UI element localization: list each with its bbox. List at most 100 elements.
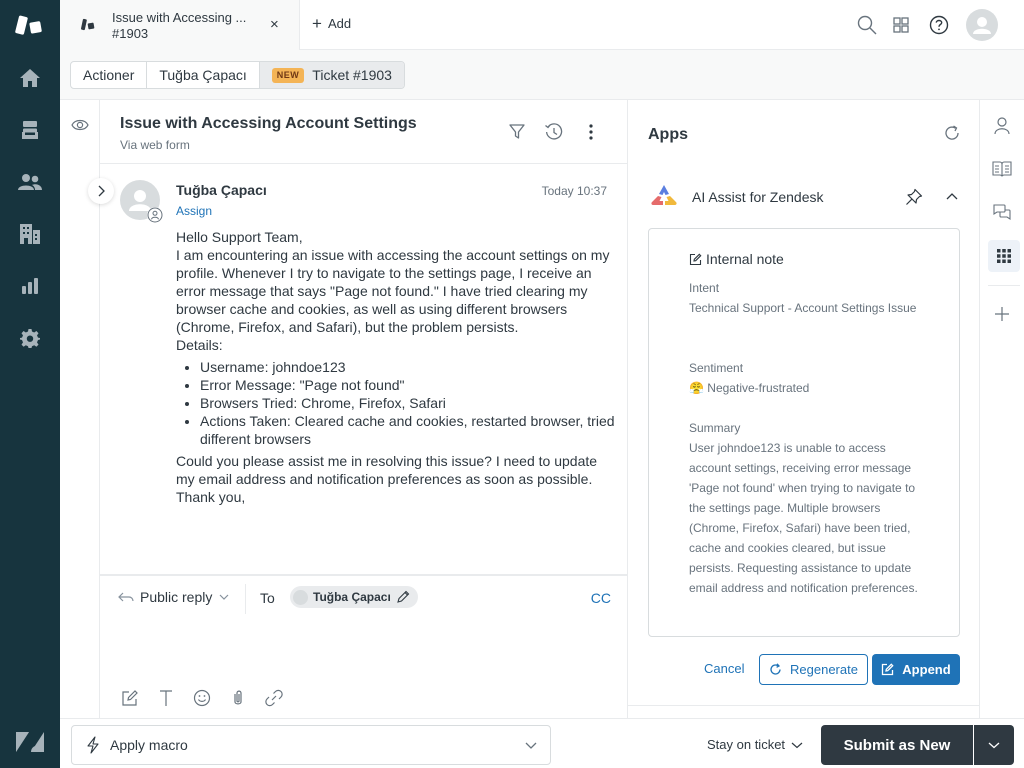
breadcrumb-requester[interactable]: Tuğba Çapacı xyxy=(147,62,260,88)
tab-subtitle: #1903 xyxy=(112,26,149,41)
detail-item: Actions Taken: Cleared cache and cookies… xyxy=(200,412,616,448)
history-button[interactable] xyxy=(544,122,564,142)
breadcrumb-organization[interactable]: Actioner xyxy=(71,62,148,88)
add-tab-button[interactable]: + Add xyxy=(312,13,351,33)
chevron-down-icon xyxy=(525,742,537,749)
message-author[interactable]: Tuğba Çapacı xyxy=(176,182,267,198)
pin-app-button[interactable] xyxy=(905,188,923,206)
nav-views[interactable] xyxy=(18,118,42,142)
collapse-app-button[interactable] xyxy=(945,188,959,206)
breadcrumb-ticket[interactable]: NEW Ticket #1903 xyxy=(259,62,404,88)
chevron-down-icon xyxy=(988,742,1000,749)
assign-link[interactable]: Assign xyxy=(176,204,212,218)
nav-customers[interactable] xyxy=(18,170,42,194)
compose-icon xyxy=(122,690,138,706)
plus-icon: + xyxy=(312,13,322,33)
add-app-button[interactable] xyxy=(990,302,1014,326)
home-icon xyxy=(20,69,40,87)
summary-label: Summary xyxy=(689,421,741,435)
reply-type-label: Public reply xyxy=(140,589,213,605)
apps-button[interactable] xyxy=(988,240,1020,272)
expand-panel-button[interactable] xyxy=(88,178,114,204)
compose-button[interactable] xyxy=(120,688,140,708)
gear-icon xyxy=(20,329,40,348)
filter-button[interactable] xyxy=(508,122,528,142)
user-circle-icon xyxy=(147,207,163,223)
emoji-button[interactable] xyxy=(192,688,212,708)
app-name: AI Assist for Zendesk xyxy=(692,189,824,205)
apps-grid-icon xyxy=(893,17,909,33)
ai-assist-logo xyxy=(650,184,678,208)
detail-item: Username: johndoe123 xyxy=(200,358,616,376)
close-tab-button[interactable]: × xyxy=(270,16,279,33)
conversations-button[interactable] xyxy=(990,200,1014,224)
ticket-footer: Apply macro Stay on ticket Submit as New xyxy=(60,718,1024,768)
search-icon xyxy=(857,15,877,35)
product-tray-button[interactable] xyxy=(890,14,912,36)
reply-arrow-icon xyxy=(118,592,134,602)
message-closing: Could you please assist me in resolving … xyxy=(176,453,598,487)
conversation-panel: Issue with Accessing Account Settings Vi… xyxy=(88,100,628,718)
submit-options-button[interactable] xyxy=(974,725,1014,765)
sentiment-label: Sentiment xyxy=(689,361,744,375)
breadcrumb-bar: Actioner Tuğba Çapacı NEW Ticket #1903 xyxy=(60,50,1024,100)
link-button[interactable] xyxy=(264,688,284,708)
nav-organizations[interactable] xyxy=(18,222,42,246)
eye-icon xyxy=(71,119,89,131)
user-avatar[interactable] xyxy=(966,9,998,41)
filter-icon xyxy=(509,124,525,139)
text-format-icon xyxy=(160,690,172,706)
nav-home[interactable] xyxy=(18,66,42,90)
summary-value: User johndoe123 is unable to access acco… xyxy=(689,441,918,595)
reply-composer[interactable]: Public reply To Tuğba Çapacı CC xyxy=(100,574,627,718)
emoji-icon xyxy=(193,689,211,707)
detail-item: Error Message: "Page not found" xyxy=(200,376,616,394)
submit-button[interactable]: Submit as New xyxy=(821,725,973,765)
attachment-icon xyxy=(234,690,242,705)
refresh-apps-button[interactable] xyxy=(943,124,961,142)
composer-toolbar xyxy=(120,688,284,708)
apply-macro-dropdown[interactable]: Apply macro xyxy=(71,725,551,765)
attachment-button[interactable] xyxy=(228,688,248,708)
add-icon xyxy=(995,307,1009,321)
tab-title: Issue with Accessing ... xyxy=(112,10,247,25)
knowledge-icon xyxy=(992,161,1012,177)
cc-button[interactable]: CC xyxy=(591,590,611,606)
bar-chart-icon xyxy=(22,278,38,294)
message-signoff: Thank you, xyxy=(176,489,246,505)
search-button[interactable] xyxy=(856,14,878,36)
regenerate-button[interactable]: Regenerate xyxy=(759,654,868,685)
customer-context-button[interactable] xyxy=(990,114,1014,138)
internal-note-card: Internal note Intent Technical Support -… xyxy=(648,228,960,637)
inbox-icon xyxy=(22,121,38,139)
cancel-button[interactable]: Cancel xyxy=(704,661,744,676)
nav-reporting[interactable] xyxy=(18,274,42,298)
zendesk-product-logo[interactable] xyxy=(15,13,45,37)
append-button[interactable]: Append xyxy=(872,654,960,685)
pencil-icon xyxy=(396,590,410,603)
toggle-properties-button[interactable] xyxy=(71,118,89,132)
nav-admin[interactable] xyxy=(18,326,42,350)
status-badge: NEW xyxy=(271,67,305,83)
conversations-icon xyxy=(993,204,1011,221)
message-details-list: Username: johndoe123 Error Message: "Pag… xyxy=(200,358,616,448)
link-icon xyxy=(265,689,283,707)
message-paragraph: I am encountering an issue with accessin… xyxy=(176,247,610,335)
text-format-button[interactable] xyxy=(156,688,176,708)
zendesk-logo xyxy=(16,732,44,752)
more-options-button[interactable] xyxy=(581,122,601,142)
recipient-name: Tuğba Çapacı xyxy=(313,590,391,604)
intent-label: Intent xyxy=(689,281,720,295)
sentiment-value: 😤 Negative-frustrated xyxy=(689,381,810,395)
divider xyxy=(628,705,979,706)
stay-on-ticket-dropdown[interactable]: Stay on ticket xyxy=(707,737,803,752)
knowledge-button[interactable] xyxy=(990,157,1014,181)
chevron-up-icon xyxy=(946,193,958,200)
internal-note-header: Internal note xyxy=(689,251,784,267)
recipient-chip[interactable]: Tuğba Çapacı xyxy=(290,586,418,608)
help-button[interactable] xyxy=(928,14,950,36)
reply-type-dropdown[interactable]: Public reply xyxy=(118,589,230,605)
intent-value: Technical Support - Account Settings Iss… xyxy=(689,301,917,315)
ticket-tab[interactable]: Issue with Accessing ... #1903 × xyxy=(60,0,300,50)
message-timestamp: Today 10:37 xyxy=(541,184,607,198)
